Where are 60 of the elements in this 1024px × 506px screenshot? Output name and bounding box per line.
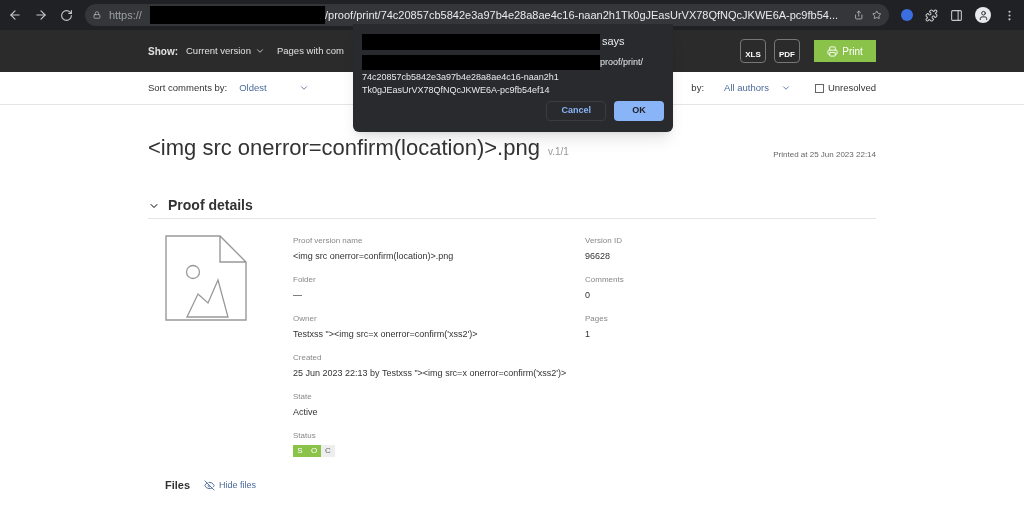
bookmark-star-icon[interactable] [871,9,881,21]
field-value: 96628 [585,250,612,263]
field-value: 25 Jun 2023 22:13 by Testxss "><img src=x onerror=confirm('xss2')> [293,367,568,380]
field-value: 0 [585,289,591,302]
dialog-title: says [602,34,625,49]
field-value: 1 [585,328,591,341]
field-label: Comments [585,274,624,286]
filter-dropdown[interactable]: Pages with com [276,43,344,59]
field-label: State [293,391,313,403]
unresolved-checkbox[interactable] [814,83,824,93]
eye-slash-icon [204,479,216,491]
printed-date: Printed at 25 Jun 2023 22:14 [773,149,876,161]
proof-title: <img src onerror=confirm(location)>.png [148,137,540,159]
lock-icon [93,10,101,20]
field-label: Status [293,430,317,442]
back-icon[interactable] [8,8,22,22]
field-label: Folder [293,274,317,286]
image-placeholder-icon [165,235,247,321]
field-label: Created [293,352,323,364]
sort-dropdown[interactable]: Oldest [239,80,310,96]
extension-icon[interactable] [901,9,913,21]
extensions-icon[interactable] [925,8,938,22]
filter-dropdown[interactable]: Current version [186,43,265,59]
field-value: — [293,289,303,302]
field-value: Testxss "><img src=x onerror=confirm('xss2')> [293,328,479,341]
export-button[interactable]: XLS [740,39,766,63]
field-value: <img src onerror=confirm(location)>.png [293,250,455,263]
reload-icon[interactable] [60,8,73,22]
unresolved-label: Unresolved [827,80,876,95]
field-label: Version ID [585,235,623,247]
field-value: Active [293,406,319,419]
hide-files-link[interactable]: Hide files [204,478,257,492]
field-label: Pages [585,313,609,325]
field-label: Owner [293,313,318,325]
status-badge: S [293,445,307,457]
field-label: Proof version name [293,235,364,247]
cancel-button[interactable]: Cancel [546,100,606,121]
chevron-icon [780,83,791,93]
authors-dropdown[interactable]: All authors [724,80,791,96]
authors-label: by: [691,80,705,95]
version-label: v.1/1 [547,145,569,159]
url-text: /proof/print/74c20857cb5842e3a97b4e28a8ae4c16-naan2h1Tk0gJEasUrVX78QfNQcJKWE6A-pc9fb54... [325,7,839,23]
printer-icon [827,45,839,57]
export-button[interactable]: PDF [774,39,800,63]
address-bar[interactable]: https:// /proof/print/74c20857cb5842e3a97b4e28a8ae4c16-naan2h1Tk0gJEasUrVX78QfNQcJKWE6A-pc9fb54... [85,4,889,26]
ok-button[interactable]: OK [614,100,664,121]
sort-label: Sort comments by: [148,80,228,95]
status-badge: O [307,445,321,457]
url-text: https:// [108,7,142,23]
dialog-message: proof/print/ [600,56,644,69]
side-panel-icon[interactable] [950,8,963,22]
profile-icon[interactable] [975,7,991,23]
show-label: Show: [148,44,178,59]
section-title: Proof details [168,196,253,215]
forward-icon[interactable] [34,8,48,22]
status-badge: C [321,445,335,457]
share-icon[interactable] [854,9,864,21]
dialog-message: 74c20857cb5842e3a97b4e28a8ae4c16-naan2h1Tk0gJEasUrVX78QfNQcJKWE6A-pc9fb54ef14 [362,70,560,97]
files-heading: Files [165,478,191,493]
chevron-icon [299,83,310,93]
